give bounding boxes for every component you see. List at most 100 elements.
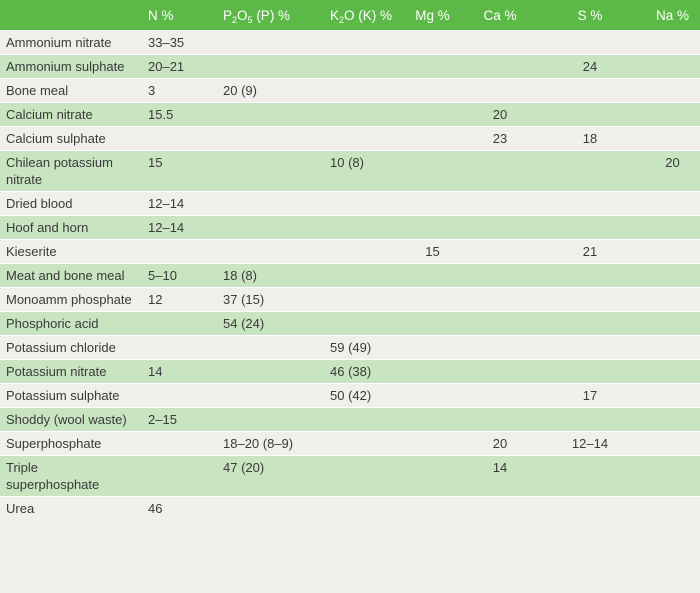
cell-n: 12–14 [140, 191, 215, 216]
cell-k [322, 496, 400, 520]
cell-s [535, 496, 645, 520]
cell-p: 20 (9) [215, 78, 322, 103]
cell-na [645, 126, 700, 151]
cell-na [645, 335, 700, 360]
cell-n: 5–10 [140, 263, 215, 288]
table-row: Meat and bone meal 5–10 18 (8) [0, 263, 700, 288]
cell-mg [400, 30, 465, 55]
cell-s [535, 359, 645, 384]
cell-na [645, 239, 700, 264]
table-row: Calcium sulphate 23 18 [0, 126, 700, 151]
cell-ca: 20 [465, 102, 535, 127]
row-label: Calcium sulphate [0, 126, 140, 151]
cell-na [645, 359, 700, 384]
table-row: Kieserite 15 21 [0, 239, 700, 264]
cell-p: 47 (20) [215, 455, 322, 497]
cell-mg [400, 407, 465, 432]
row-label: Kieserite [0, 239, 140, 264]
cell-ca [465, 191, 535, 216]
header-n: N % [140, 0, 215, 31]
table-row: Triple superphosphate 47 (20) 14 [0, 455, 700, 497]
cell-n [140, 455, 215, 497]
table-row: Dried blood 12–14 [0, 191, 700, 216]
cell-na [645, 455, 700, 497]
cell-mg [400, 287, 465, 312]
cell-s [535, 191, 645, 216]
cell-na [645, 431, 700, 456]
cell-k [322, 263, 400, 288]
header-blank [0, 0, 140, 31]
cell-ca [465, 311, 535, 336]
header-mg: Mg % [400, 0, 465, 31]
cell-n [140, 239, 215, 264]
cell-k [322, 126, 400, 151]
cell-k: 59 (49) [322, 335, 400, 360]
table-row: Urea 46 [0, 496, 700, 520]
cell-ca [465, 359, 535, 384]
row-label: Meat and bone meal [0, 263, 140, 288]
row-label: Monoamm phosphate [0, 287, 140, 312]
table-row: Potassium chloride 59 (49) [0, 335, 700, 360]
table-row: Superphosphate 18–20 (8–9) 20 12–14 [0, 431, 700, 456]
cell-n: 20–21 [140, 54, 215, 79]
header-s: S % [535, 0, 645, 31]
cell-p [215, 335, 322, 360]
cell-ca [465, 30, 535, 55]
cell-mg [400, 383, 465, 408]
cell-n: 15 [140, 150, 215, 192]
cell-s [535, 455, 645, 497]
cell-p [215, 30, 322, 55]
cell-p [215, 407, 322, 432]
cell-na [645, 383, 700, 408]
cell-ca: 14 [465, 455, 535, 497]
row-label: Potassium nitrate [0, 359, 140, 384]
cell-na: 20 [645, 150, 700, 192]
cell-p [215, 191, 322, 216]
table-row: Chilean potassium nitrate 15 10 (8) 20 [0, 150, 700, 192]
cell-na [645, 78, 700, 103]
header-ca: Ca % [465, 0, 535, 31]
header-k: K2O (K) % [322, 0, 400, 31]
cell-n [140, 126, 215, 151]
cell-na [645, 30, 700, 55]
cell-s [535, 335, 645, 360]
cell-p: 18–20 (8–9) [215, 431, 322, 456]
cell-mg [400, 335, 465, 360]
cell-ca [465, 215, 535, 240]
row-label: Calcium nitrate [0, 102, 140, 127]
row-label: Shoddy (wool waste) [0, 407, 140, 432]
cell-s [535, 263, 645, 288]
cell-n: 12–14 [140, 215, 215, 240]
cell-p [215, 239, 322, 264]
cell-s: 18 [535, 126, 645, 151]
cell-n [140, 383, 215, 408]
cell-s [535, 287, 645, 312]
cell-p [215, 126, 322, 151]
cell-na [645, 311, 700, 336]
cell-na [645, 191, 700, 216]
cell-mg [400, 431, 465, 456]
table-row: Hoof and horn 12–14 [0, 215, 700, 240]
cell-n: 46 [140, 496, 215, 520]
row-label: Superphosphate [0, 431, 140, 456]
row-label: Ammonium nitrate [0, 30, 140, 55]
cell-k [322, 239, 400, 264]
row-label: Chilean potassium nitrate [0, 150, 140, 192]
table-row: Ammonium nitrate 33–35 [0, 30, 700, 55]
cell-p [215, 150, 322, 192]
cell-n [140, 431, 215, 456]
row-label: Ammonium sulphate [0, 54, 140, 79]
table-row: Potassium sulphate 50 (42) 17 [0, 383, 700, 408]
cell-s: 17 [535, 383, 645, 408]
cell-n [140, 335, 215, 360]
table-row: Bone meal 3 20 (9) [0, 78, 700, 103]
cell-s [535, 78, 645, 103]
cell-n: 14 [140, 359, 215, 384]
cell-na [645, 54, 700, 79]
cell-mg [400, 215, 465, 240]
cell-s [535, 311, 645, 336]
cell-k [322, 54, 400, 79]
cell-mg [400, 54, 465, 79]
row-label: Phosphoric acid [0, 311, 140, 336]
cell-p [215, 359, 322, 384]
